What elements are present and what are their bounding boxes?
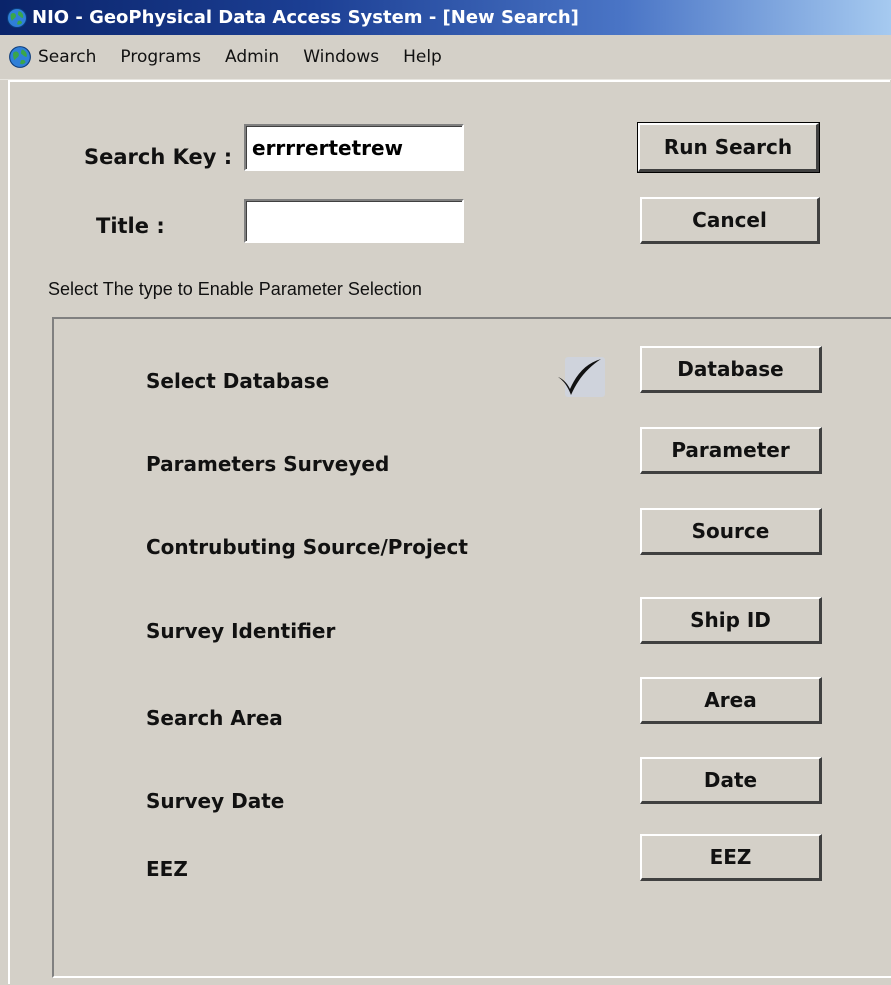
menu-bar: Search Programs Admin Windows Help (0, 35, 891, 80)
cancel-button[interactable]: Cancel (640, 197, 820, 244)
source-button[interactable]: Source (640, 508, 822, 555)
date-button[interactable]: Date (640, 757, 822, 804)
eez-button[interactable]: EEZ (640, 834, 822, 881)
parameter-button[interactable]: Parameter (640, 427, 822, 474)
title-input[interactable] (244, 199, 464, 243)
area-button[interactable]: Area (640, 677, 822, 724)
menu-windows[interactable]: Windows (303, 47, 379, 67)
row-label-database: Select Database (146, 369, 330, 393)
globe-icon (7, 7, 27, 28)
row-label-search-area: Search Area (146, 706, 283, 730)
menu-help[interactable]: Help (403, 47, 442, 67)
row-label-parameters: Parameters Surveyed (146, 452, 390, 476)
row-label-survey-date: Survey Date (146, 789, 285, 813)
menu-programs[interactable]: Programs (120, 47, 201, 67)
row-label-source: Contrubuting Source/Project (146, 535, 468, 559)
checkmark-icon[interactable] (555, 355, 605, 399)
search-key-input[interactable] (244, 124, 464, 171)
window-title: NIO - GeoPhysical Data Access System - [… (32, 7, 579, 28)
parameter-selection-hint: Select The type to Enable Parameter Sele… (48, 279, 422, 299)
database-button[interactable]: Database (640, 346, 822, 393)
row-label-eez: EEZ (146, 857, 188, 881)
row-label-survey-identifier: Survey Identifier (146, 619, 336, 643)
ship-id-button[interactable]: Ship ID (640, 597, 822, 644)
globe-icon[interactable] (8, 45, 32, 69)
title-label: Title : (96, 214, 165, 238)
title-bar: NIO - GeoPhysical Data Access System - [… (0, 0, 891, 35)
menu-admin[interactable]: Admin (225, 47, 279, 67)
search-key-label: Search Key : (84, 145, 233, 169)
run-search-button[interactable]: Run Search (637, 122, 820, 173)
menu-search[interactable]: Search (38, 47, 96, 67)
